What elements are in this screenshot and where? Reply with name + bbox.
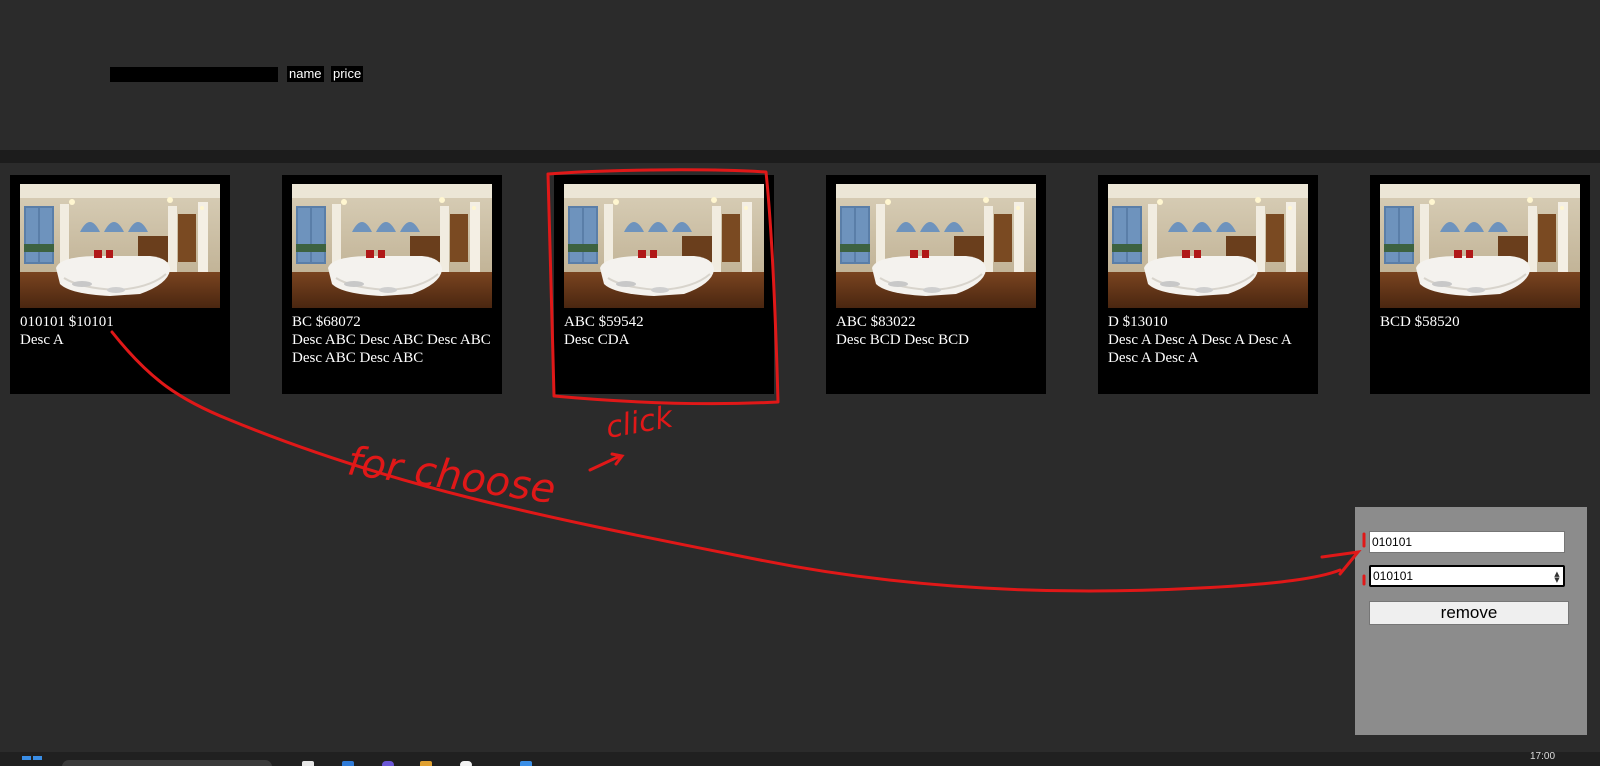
product-info: 010101 $10101 Desc A: [20, 313, 220, 349]
product-description: Desc CDA: [564, 332, 630, 348]
remove-button[interactable]: remove: [1369, 601, 1569, 625]
product-image: [292, 184, 492, 308]
product-image: [1108, 184, 1308, 308]
product-title: BC $68072: [292, 314, 361, 330]
taskbar-app-icon[interactable]: [520, 761, 532, 766]
product-description: Desc ABC Desc ABC Desc ABC Desc ABC Desc…: [292, 332, 491, 366]
product-info: ABC $83022 Desc BCD Desc BCD: [836, 313, 1036, 349]
product-card[interactable]: ABC $83022 Desc BCD Desc BCD: [826, 175, 1046, 394]
taskbar-app-icon[interactable]: [302, 761, 314, 766]
taskbar-app-icon[interactable]: [460, 761, 472, 766]
taskbar-app-icon[interactable]: [382, 761, 394, 766]
sort-by-name-button[interactable]: name: [287, 66, 324, 82]
product-info: D $13010 Desc A Desc A Desc A Desc A Des…: [1108, 313, 1308, 367]
product-title: ABC $59542: [564, 314, 644, 330]
taskbar-app-icon[interactable]: [342, 761, 354, 766]
name-field[interactable]: [1369, 531, 1565, 553]
product-description: Desc BCD Desc BCD: [836, 332, 969, 348]
product-card[interactable]: BCD $58520: [1370, 175, 1590, 394]
click-arrow-mark: [588, 452, 625, 472]
product-description: Desc A Desc A Desc A Desc A Desc A Desc …: [1108, 332, 1291, 366]
product-card[interactable]: 010101 $10101 Desc A: [10, 175, 230, 394]
product-card[interactable]: ABC $59542 Desc CDA: [554, 175, 774, 394]
product-info: ABC $59542 Desc CDA: [564, 313, 764, 349]
product-description: Desc A: [20, 332, 64, 348]
product-image: [20, 184, 220, 308]
annotation-click: click: [603, 399, 677, 445]
product-title: D $13010: [1108, 314, 1168, 330]
search-input[interactable]: [110, 67, 278, 82]
taskbar-search[interactable]: [62, 760, 272, 766]
product-image: [836, 184, 1036, 308]
product-card[interactable]: BC $68072 Desc ABC Desc ABC Desc ABC Des…: [282, 175, 502, 394]
number-spinner-icon[interactable]: ▲ ▼: [1552, 571, 1562, 584]
divider: [0, 150, 1600, 163]
edit-panel: ▲▼ remove: [1355, 507, 1587, 735]
product-title: 010101 $10101: [20, 314, 114, 330]
price-field[interactable]: [1369, 565, 1565, 587]
annotation-for-choose: for choose: [345, 438, 559, 513]
product-card[interactable]: D $13010 Desc A Desc A Desc A Desc A Des…: [1098, 175, 1318, 394]
product-title: BCD $58520: [1380, 314, 1460, 330]
product-info: BC $68072 Desc ABC Desc ABC Desc ABC Des…: [292, 313, 492, 367]
sort-by-price-button[interactable]: price: [331, 66, 364, 82]
product-image: [1380, 184, 1580, 308]
annotation-arrow-head: [1320, 549, 1362, 576]
product-image: [564, 184, 764, 308]
top-bar: name price: [0, 0, 1600, 150]
taskbar: 17:00: [0, 752, 1600, 766]
windows-start-icon[interactable]: [22, 756, 42, 766]
product-title: ABC $83022: [836, 314, 916, 330]
taskbar-clock: 17:00: [1530, 751, 1556, 762]
page: name price 010101 $10101 Desc A BC $6807…: [0, 0, 1600, 766]
taskbar-app-icon[interactable]: [420, 761, 432, 766]
product-info: BCD $58520: [1380, 313, 1580, 331]
